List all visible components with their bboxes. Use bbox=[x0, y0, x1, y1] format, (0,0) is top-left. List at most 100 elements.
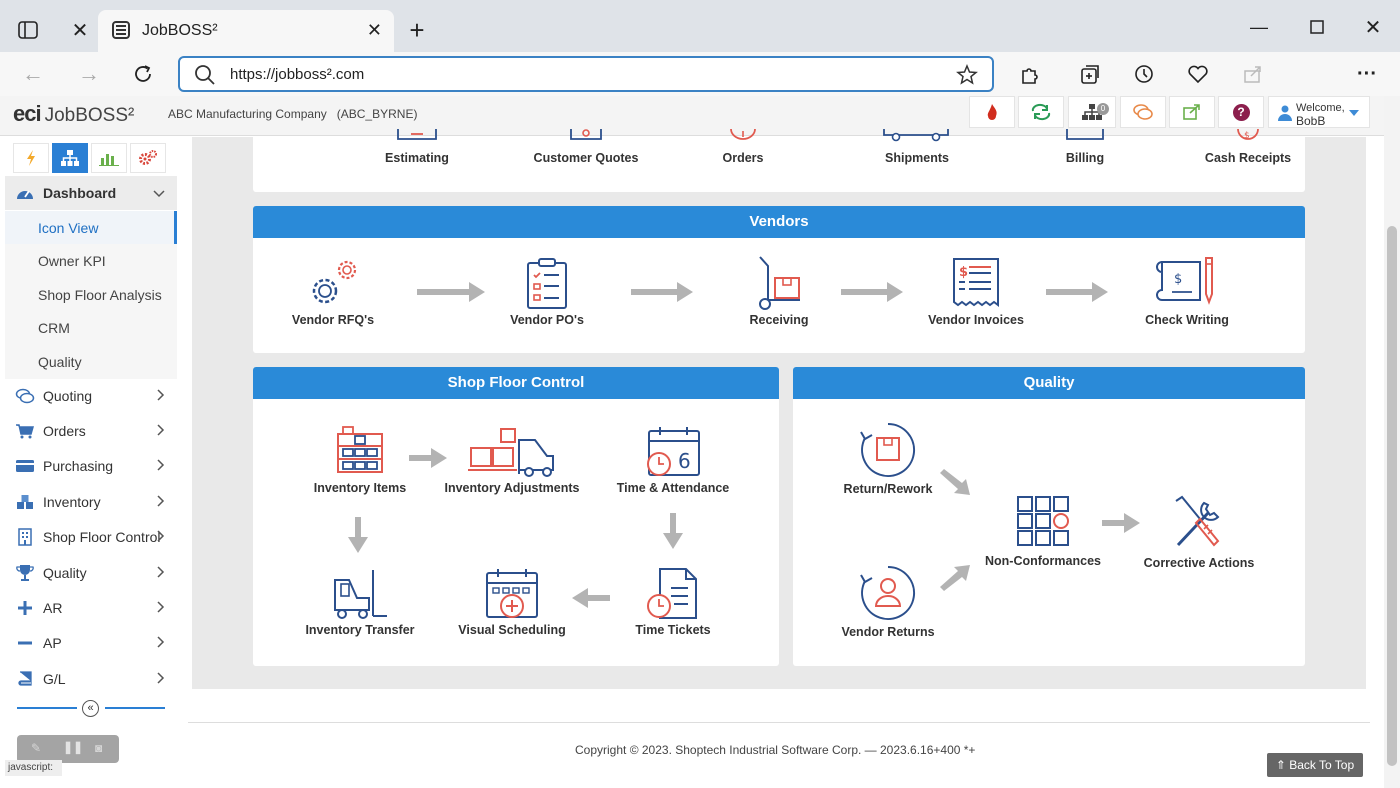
close-tab-icon[interactable]: ✕ bbox=[68, 18, 92, 42]
tab-jobboss[interactable]: JobBOSS² ✕ bbox=[98, 10, 394, 52]
estimating-icon bbox=[397, 129, 437, 140]
arrow-right-icon bbox=[841, 282, 903, 302]
favorite-star-icon[interactable] bbox=[956, 64, 980, 91]
copyright-text: Copyright © 2023. Shoptech Industrial So… bbox=[575, 743, 976, 757]
sidebar-item-quality[interactable]: Quality bbox=[5, 556, 177, 590]
minimize-icon[interactable]: — bbox=[1246, 14, 1272, 40]
user-name: BobB bbox=[1296, 114, 1326, 128]
module-vendor-rfqs[interactable]: Vendor RFQ's bbox=[263, 258, 403, 327]
back-to-top-button[interactable]: ⇑ Back To Top bbox=[1267, 753, 1363, 777]
gears-icon bbox=[139, 150, 157, 165]
collapse-sidebar-button[interactable]: « bbox=[82, 700, 99, 717]
pause-icon[interactable]: ❚❚ bbox=[63, 740, 83, 754]
sitemap-icon bbox=[61, 150, 79, 166]
module-label: Non-Conformances bbox=[985, 554, 1101, 568]
sidebar-item-dashboard[interactable]: Dashboard bbox=[5, 176, 177, 210]
sidebar-item-inventory[interactable]: Inventory bbox=[5, 485, 177, 519]
clipboard-checklist-icon bbox=[527, 258, 567, 309]
module-non-conformances[interactable]: Non-Conformances bbox=[973, 495, 1113, 568]
customer-quotes-icon bbox=[570, 129, 602, 140]
module-orders[interactable]: Orders bbox=[673, 129, 813, 165]
refresh-icon[interactable] bbox=[130, 61, 156, 87]
help-button[interactable]: ? bbox=[1218, 96, 1264, 128]
tab-close-icon[interactable]: ✕ bbox=[367, 20, 382, 41]
history-icon[interactable] bbox=[1131, 61, 1157, 87]
module-return-rework[interactable]: Return/Rework bbox=[818, 421, 958, 496]
dashboard-content: Estimating Customer Quotes Orders Shipme… bbox=[192, 129, 1366, 689]
back-icon[interactable]: ← bbox=[20, 61, 46, 87]
sidebar-subitem-icon-view[interactable]: Icon View bbox=[5, 211, 177, 245]
sidebar-item-purchasing[interactable]: Purchasing bbox=[5, 449, 177, 483]
alert-flame-button[interactable] bbox=[969, 96, 1015, 128]
quick-actions-button[interactable] bbox=[13, 143, 49, 173]
sidebar-subitem-shop-floor-analysis[interactable]: Shop Floor Analysis bbox=[5, 278, 177, 312]
camera-icon[interactable]: ◙ bbox=[95, 741, 102, 755]
org-chart-button[interactable]: 0 bbox=[1068, 96, 1116, 128]
sidebar-item-gl[interactable]: G/L bbox=[5, 662, 177, 696]
favorites-heart-icon[interactable] bbox=[1185, 61, 1211, 87]
module-vendor-pos[interactable]: Vendor PO's bbox=[477, 258, 617, 327]
tab-actions-icon[interactable] bbox=[16, 18, 40, 42]
shop-floor-card: Shop Floor Control Inventory Items Inven… bbox=[253, 367, 779, 666]
extensions-icon[interactable] bbox=[1017, 61, 1043, 87]
cart-icon bbox=[15, 421, 35, 441]
sidebar-subitem-owner-kpi[interactable]: Owner KPI bbox=[5, 244, 177, 278]
user-menu[interactable]: Welcome, BobB bbox=[1268, 96, 1370, 128]
module-vendor-returns[interactable]: Vendor Returns bbox=[818, 564, 958, 639]
sidebar-item-label: Purchasing bbox=[43, 458, 114, 474]
module-time-attendance[interactable]: 6 Time & Attendance bbox=[603, 426, 743, 495]
logo-product: JobBOSS² bbox=[44, 105, 135, 126]
module-visual-scheduling[interactable]: Visual Scheduling bbox=[442, 568, 582, 637]
module-vendor-invoices[interactable]: $ Vendor Invoices bbox=[906, 258, 1046, 327]
module-check-writing[interactable]: $ Check Writing bbox=[1117, 256, 1257, 327]
new-tab-icon[interactable]: + bbox=[404, 15, 430, 45]
external-link-button[interactable] bbox=[1169, 96, 1215, 128]
module-cash-receipts[interactable]: $ Cash Receipts bbox=[1178, 129, 1318, 165]
share-icon[interactable] bbox=[1240, 61, 1266, 87]
sidebar-item-ap[interactable]: AP bbox=[5, 626, 177, 660]
inventory-shelves-icon bbox=[337, 426, 383, 473]
sidebar-item-shop-floor-control[interactable]: Shop Floor Control bbox=[5, 520, 177, 554]
module-label: Vendor Returns bbox=[841, 625, 935, 639]
module-inventory-adjustments[interactable]: Inventory Adjustments bbox=[442, 426, 582, 495]
forklift-boxes-icon bbox=[468, 428, 554, 477]
maximize-icon[interactable] bbox=[1304, 14, 1330, 40]
sync-icon bbox=[1031, 103, 1051, 121]
collections-icon[interactable] bbox=[1077, 61, 1103, 87]
reports-button[interactable] bbox=[91, 143, 127, 173]
module-billing[interactable]: Billing bbox=[1015, 129, 1155, 165]
sidebar-item-ar[interactable]: AR bbox=[5, 591, 177, 625]
module-receiving[interactable]: Receiving bbox=[709, 256, 849, 327]
tab-title: JobBOSS² bbox=[142, 22, 218, 39]
sync-button[interactable] bbox=[1018, 96, 1064, 128]
edit-icon[interactable]: ✎ bbox=[31, 741, 41, 755]
sidebar-subitem-crm[interactable]: CRM bbox=[5, 311, 177, 345]
more-menu-icon[interactable]: ··· bbox=[1354, 61, 1380, 87]
chevron-right-icon bbox=[157, 635, 165, 651]
module-estimating[interactable]: Estimating bbox=[347, 129, 487, 165]
sidebar-subitem-quality[interactable]: Quality bbox=[5, 345, 177, 379]
url-text[interactable]: https://jobboss².com bbox=[230, 66, 364, 83]
address-bar[interactable]: https://jobboss².com bbox=[178, 56, 994, 92]
page-scrollbar[interactable] bbox=[1384, 96, 1400, 788]
chat-button[interactable] bbox=[1120, 96, 1166, 128]
module-shipments[interactable]: Shipments bbox=[847, 129, 987, 165]
chevron-right-icon bbox=[157, 671, 165, 687]
recording-toolbar: ✎ ❚❚ ◙ bbox=[17, 735, 119, 763]
svg-text:$: $ bbox=[959, 265, 968, 280]
chevron-right-icon bbox=[157, 494, 165, 510]
close-window-icon[interactable]: ✕ bbox=[1360, 14, 1386, 40]
module-customer-quotes[interactable]: Customer Quotes bbox=[516, 129, 656, 165]
module-inventory-transfer[interactable]: Inventory Transfer bbox=[290, 568, 430, 637]
sidebar-item-quoting[interactable]: Quoting bbox=[5, 379, 177, 413]
dashboard-tree-button[interactable] bbox=[52, 143, 88, 173]
sidebar-item-orders[interactable]: Orders bbox=[5, 414, 177, 448]
module-corrective-actions[interactable]: Corrective Actions bbox=[1129, 495, 1269, 570]
scrollbar-thumb[interactable] bbox=[1387, 226, 1397, 766]
app-logo[interactable]: eci JobBOSS² bbox=[13, 101, 134, 127]
forward-icon[interactable]: → bbox=[76, 61, 102, 87]
chat-bubbles-icon bbox=[15, 386, 35, 406]
calendar-clock-icon: 6 bbox=[647, 427, 700, 476]
module-time-tickets[interactable]: Time Tickets bbox=[603, 568, 743, 637]
settings-button[interactable] bbox=[130, 143, 166, 173]
